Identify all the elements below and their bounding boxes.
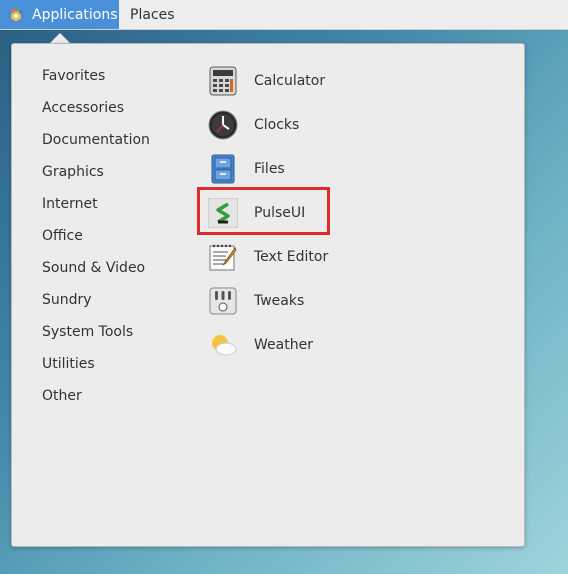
app-text-editor[interactable]: Text Editor bbox=[208, 235, 328, 279]
category-other[interactable]: Other bbox=[42, 380, 150, 412]
places-label: Places bbox=[130, 6, 175, 23]
category-office[interactable]: Office bbox=[42, 220, 150, 252]
app-clocks[interactable]: Clocks bbox=[208, 103, 328, 147]
top-panel: Applications Places bbox=[0, 0, 568, 30]
applications-menu: Favorites Accessories Documentation Grap… bbox=[11, 43, 525, 547]
app-pulseui[interactable]: PulseUI bbox=[208, 191, 328, 235]
app-calculator[interactable]: Calculator bbox=[208, 59, 328, 103]
text-editor-icon bbox=[208, 242, 238, 272]
app-label: Weather bbox=[254, 337, 313, 353]
places-menu-button[interactable]: Places bbox=[130, 0, 175, 29]
category-graphics[interactable]: Graphics bbox=[42, 156, 150, 188]
app-label: Text Editor bbox=[254, 249, 329, 265]
app-label: Files bbox=[254, 161, 285, 177]
gnome-foot-icon bbox=[11, 7, 23, 21]
applications-label: Applications bbox=[32, 6, 118, 23]
category-list: Favorites Accessories Documentation Grap… bbox=[42, 60, 150, 412]
app-label: Clocks bbox=[254, 117, 300, 133]
app-label: Calculator bbox=[254, 73, 326, 89]
app-weather[interactable]: Weather bbox=[208, 323, 328, 367]
pulse-icon bbox=[208, 198, 238, 228]
category-system-tools[interactable]: System Tools bbox=[42, 316, 150, 348]
calculator-icon bbox=[208, 66, 238, 96]
applications-menu-button[interactable]: Applications bbox=[0, 0, 119, 29]
app-label: Tweaks bbox=[254, 293, 305, 309]
category-internet[interactable]: Internet bbox=[42, 188, 150, 220]
category-favorites[interactable]: Favorites bbox=[42, 60, 150, 92]
menu-pointer-arrow bbox=[50, 33, 70, 43]
category-documentation[interactable]: Documentation bbox=[42, 124, 150, 156]
category-utilities[interactable]: Utilities bbox=[42, 348, 150, 380]
file-cabinet-icon bbox=[208, 154, 238, 184]
app-list: Calculator Clocks Files PulseUI Text Edi… bbox=[208, 59, 328, 367]
clock-icon bbox=[208, 110, 238, 140]
tweaks-icon bbox=[208, 286, 238, 316]
app-tweaks[interactable]: Tweaks bbox=[208, 279, 328, 323]
weather-icon bbox=[208, 330, 238, 360]
category-sundry[interactable]: Sundry bbox=[42, 284, 150, 316]
app-label: PulseUI bbox=[254, 205, 306, 221]
app-files[interactable]: Files bbox=[208, 147, 328, 191]
category-accessories[interactable]: Accessories bbox=[42, 92, 150, 124]
category-sound-video[interactable]: Sound & Video bbox=[42, 252, 150, 284]
